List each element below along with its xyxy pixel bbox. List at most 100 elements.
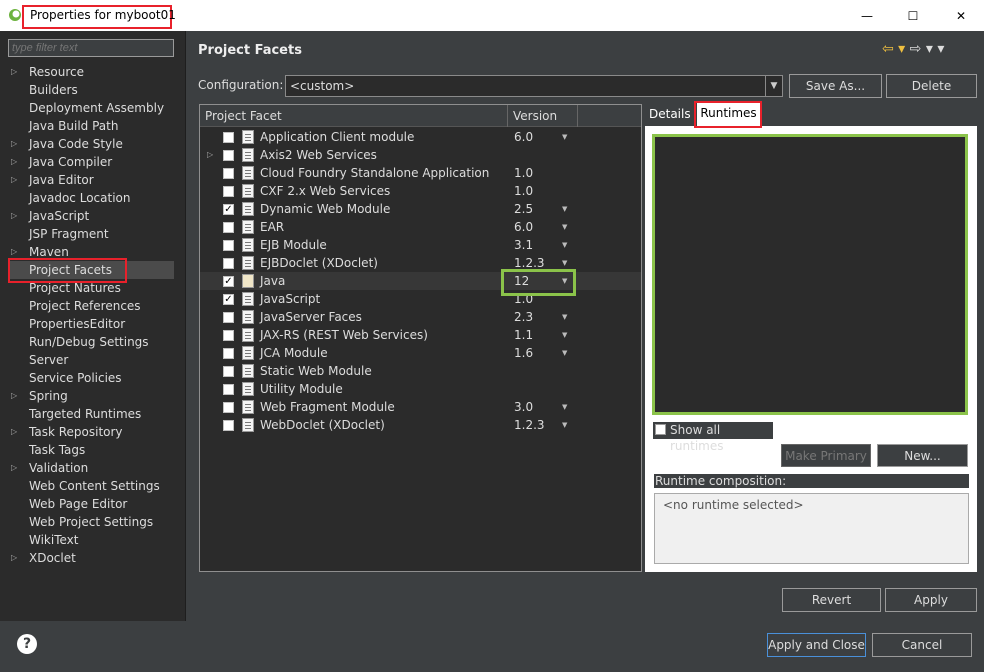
apply-button[interactable]: Apply (885, 588, 977, 612)
nav-item[interactable]: ▷ Java Editor (8, 171, 174, 189)
expand-arrow-icon[interactable]: ▷ (11, 63, 17, 81)
nav-item[interactable]: ▷ Task Repository (8, 423, 174, 441)
nav-item[interactable]: Targeted Runtimes (8, 405, 174, 423)
expand-arrow-icon[interactable]: ▷ (11, 423, 17, 441)
expand-arrow-icon[interactable]: ▷ (11, 135, 17, 153)
facet-version[interactable]: 1.1 (514, 326, 533, 344)
expand-arrow-icon[interactable]: ▷ (11, 153, 17, 171)
nav-item[interactable]: ▷ Validation (8, 459, 174, 477)
show-all-runtimes-label[interactable]: Show all runtimes (653, 422, 773, 453)
facet-row[interactable]: CXF 2.x Web Services 1.0 (200, 182, 641, 200)
chevron-down-icon[interactable]: ▼ (562, 236, 567, 254)
column-header-version[interactable]: Version (508, 105, 578, 127)
facet-row[interactable]: EJB Module 3.1 ▼ (200, 236, 641, 254)
revert-button[interactable]: Revert (782, 588, 881, 612)
facet-row[interactable]: JavaServer Faces 2.3 ▼ (200, 308, 641, 326)
facet-version[interactable]: 2.5 (514, 200, 533, 218)
facet-checkbox[interactable] (223, 330, 234, 341)
maximize-button[interactable]: ☐ (890, 0, 936, 31)
column-header-facet[interactable]: Project Facet (200, 105, 508, 127)
facet-checkbox[interactable] (223, 312, 234, 323)
facet-checkbox[interactable]: ✓ (223, 204, 234, 215)
expand-arrow-icon[interactable]: ▷ (11, 459, 17, 477)
nav-item[interactable]: Web Project Settings (8, 513, 174, 531)
nav-item[interactable]: Server (8, 351, 174, 369)
facet-checkbox[interactable] (223, 258, 234, 269)
facet-checkbox[interactable] (223, 384, 234, 395)
nav-item[interactable]: ▷ Spring (8, 387, 174, 405)
facet-checkbox[interactable]: ✓ (223, 294, 234, 305)
help-icon[interactable]: ? (17, 634, 37, 654)
nav-item[interactable]: Javadoc Location (8, 189, 174, 207)
runtime-list[interactable] (652, 134, 968, 415)
nav-item[interactable]: Web Page Editor (8, 495, 174, 513)
expand-arrow-icon[interactable]: ▷ (207, 146, 213, 164)
expand-arrow-icon[interactable]: ▷ (11, 549, 17, 567)
expand-arrow-icon[interactable]: ▷ (11, 387, 17, 405)
facet-version[interactable]: 3.1 (514, 236, 533, 254)
minimize-button[interactable]: — (844, 0, 890, 31)
nav-item[interactable]: Builders (8, 81, 174, 99)
nav-item[interactable]: Deployment Assembly (8, 99, 174, 117)
nav-item[interactable]: PropertiesEditor (8, 315, 174, 333)
close-button[interactable]: ✕ (938, 0, 984, 31)
facet-version[interactable]: 6.0 (514, 218, 533, 236)
facet-row[interactable]: Application Client module 6.0 ▼ (200, 128, 641, 146)
facet-version[interactable]: 3.0 (514, 398, 533, 416)
nav-item[interactable]: Task Tags (8, 441, 174, 459)
facet-checkbox[interactable] (223, 366, 234, 377)
nav-item[interactable]: ▷ Java Code Style (8, 135, 174, 153)
nav-item[interactable]: ▷ JavaScript (8, 207, 174, 225)
show-all-runtimes-checkbox[interactable] (655, 424, 666, 435)
save-as-button[interactable]: Save As... (789, 74, 882, 98)
facet-row[interactable]: JAX-RS (REST Web Services) 1.1 ▼ (200, 326, 641, 344)
facet-checkbox[interactable] (223, 240, 234, 251)
configuration-select[interactable]: <custom> (285, 75, 783, 97)
facet-checkbox[interactable] (223, 402, 234, 413)
chevron-down-icon[interactable]: ▼ (562, 326, 567, 344)
delete-button[interactable]: Delete (886, 74, 977, 98)
facet-row[interactable]: JCA Module 1.6 ▼ (200, 344, 641, 362)
chevron-down-icon[interactable]: ▼ (562, 344, 567, 362)
facet-row[interactable]: Cloud Foundry Standalone Application 1.0 (200, 164, 641, 182)
facet-row[interactable]: Web Fragment Module 3.0 ▼ (200, 398, 641, 416)
facet-checkbox[interactable] (223, 150, 234, 161)
nav-item[interactable]: Run/Debug Settings (8, 333, 174, 351)
facet-row[interactable]: WebDoclet (XDoclet) 1.2.3 ▼ (200, 416, 641, 434)
facet-row[interactable]: Static Web Module (200, 362, 641, 380)
nav-item[interactable]: Service Policies (8, 369, 174, 387)
tab-details[interactable]: Details (649, 107, 691, 121)
chevron-down-icon[interactable]: ▼ (562, 200, 567, 218)
facet-row[interactable]: EAR 6.0 ▼ (200, 218, 641, 236)
nav-item[interactable]: Web Content Settings (8, 477, 174, 495)
facet-checkbox[interactable] (223, 222, 234, 233)
chevron-down-icon[interactable]: ▼ (562, 416, 567, 434)
facet-checkbox[interactable] (223, 168, 234, 179)
facet-checkbox[interactable] (223, 132, 234, 143)
facet-version[interactable]: 1.6 (514, 344, 533, 362)
facet-version[interactable]: 2.3 (514, 308, 533, 326)
facet-row[interactable]: ▷ Axis2 Web Services (200, 146, 641, 164)
apply-and-close-button[interactable]: Apply and Close (767, 633, 866, 657)
expand-arrow-icon[interactable]: ▷ (11, 171, 17, 189)
chevron-down-icon[interactable]: ▼ (562, 128, 567, 146)
facet-row[interactable]: ✓ Dynamic Web Module 2.5 ▼ (200, 200, 641, 218)
nav-item[interactable]: ▷ XDoclet (8, 549, 174, 567)
forward-arrow-icon[interactable]: ⇨ ▾ ▾ (910, 41, 945, 57)
filter-input[interactable] (8, 39, 174, 57)
nav-item[interactable]: JSP Fragment (8, 225, 174, 243)
nav-item[interactable]: Java Build Path (8, 117, 174, 135)
chevron-down-icon[interactable]: ▼ (562, 398, 567, 416)
facet-version[interactable]: 6.0 (514, 128, 533, 146)
facet-checkbox[interactable]: ✓ (223, 276, 234, 287)
facet-row[interactable]: Utility Module (200, 380, 641, 398)
nav-item[interactable]: WikiText (8, 531, 174, 549)
cancel-button[interactable]: Cancel (872, 633, 972, 657)
nav-item[interactable]: ▷ Java Compiler (8, 153, 174, 171)
nav-item[interactable]: Project References (8, 297, 174, 315)
chevron-down-icon[interactable]: ▼ (765, 76, 782, 96)
facet-version[interactable]: 1.2.3 (514, 416, 545, 434)
expand-arrow-icon[interactable]: ▷ (11, 207, 17, 225)
facet-checkbox[interactable] (223, 420, 234, 431)
back-arrow-icon[interactable]: ⇦ ▾ (882, 41, 905, 57)
